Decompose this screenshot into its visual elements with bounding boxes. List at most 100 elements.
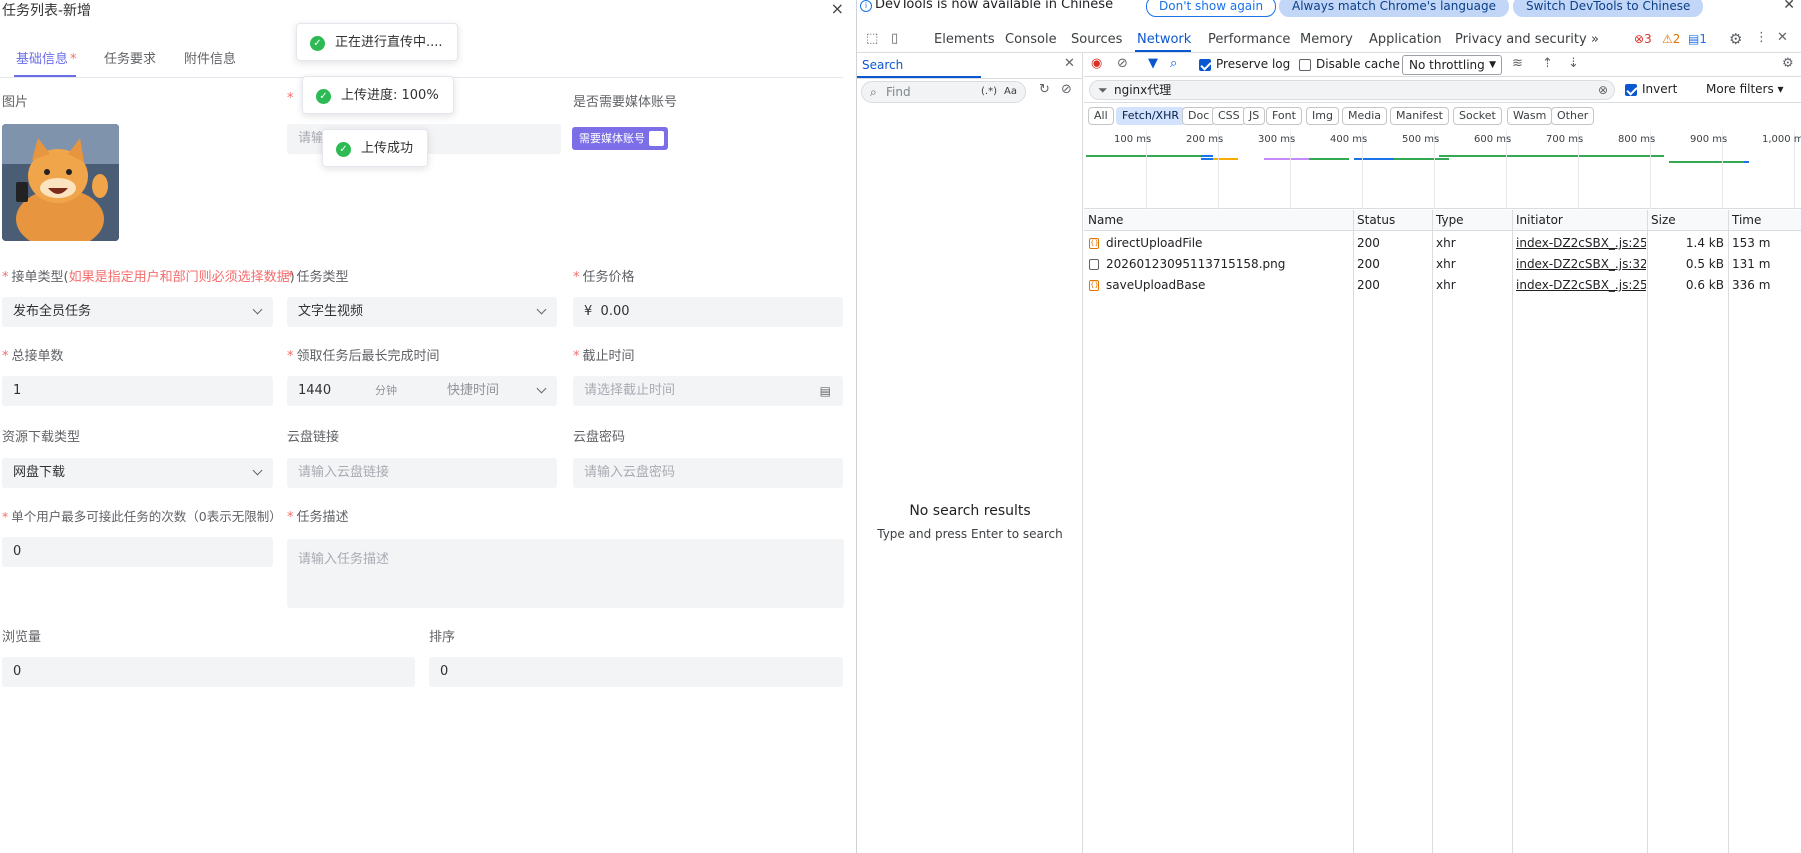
refresh-icon[interactable]: ↻ (1039, 82, 1050, 97)
record-icon[interactable]: ◉ (1091, 56, 1102, 71)
table-row[interactable]: 20260123095113715158.png 200 xhr index-D… (1084, 254, 1801, 275)
clear-log-icon[interactable]: ⊘ (1117, 56, 1128, 71)
error-count-badge[interactable]: ⊗3 (1634, 32, 1652, 46)
search-tab[interactable]: Search (862, 58, 903, 72)
switch-to-chinese-button[interactable]: Switch DevTools to Chinese (1513, 0, 1704, 17)
network-settings-icon[interactable]: ⚙ (1782, 56, 1794, 71)
tab-performance[interactable]: Performance (1208, 32, 1290, 47)
timeline-bar (1264, 158, 1309, 160)
tab-memory[interactable]: Memory (1300, 32, 1353, 47)
table-row[interactable]: {} saveUploadBase 200 xhr index-DZ2cSBX_… (1084, 275, 1801, 296)
request-initiator-link[interactable]: index-DZ2cSBX_.js:325 (1516, 257, 1646, 271)
chevron-down-icon (536, 383, 547, 394)
sort-label: 排序 (429, 630, 456, 645)
col-time-header[interactable]: Time (1732, 213, 1761, 227)
filter-input[interactable]: ⏷ nginx代理 ⊗ (1089, 80, 1615, 100)
sort-input[interactable]: 0 (429, 657, 843, 687)
chip-socket[interactable]: Socket (1453, 107, 1502, 125)
inspect-element-icon[interactable]: ⬚ (866, 31, 878, 46)
tab-attachments[interactable]: 附件信息 (184, 48, 236, 67)
find-input[interactable]: ⌕ Find (.*) Aa (861, 81, 1026, 103)
import-har-icon[interactable]: ⇡ (1542, 56, 1553, 71)
chip-font[interactable]: Font (1266, 107, 1302, 125)
throttling-select[interactable]: No throttling ▼ (1402, 55, 1502, 75)
task-desc-textarea[interactable]: 请输入任务描述 (287, 539, 844, 608)
col-name-header[interactable]: Name (1088, 213, 1123, 227)
close-icon[interactable]: × (831, 0, 844, 18)
tab-console[interactable]: Console (1005, 32, 1057, 47)
always-match-language-button[interactable]: Always match Chrome's language (1279, 0, 1509, 17)
chip-css[interactable]: CSS (1212, 107, 1246, 125)
settings-gear-icon[interactable]: ⚙ (1729, 30, 1742, 48)
network-timeline[interactable]: 100 ms 200 ms 300 ms 400 ms 500 ms 600 ms 700 … (1084, 131, 1801, 209)
info-count-badge[interactable]: ▤1 (1688, 32, 1707, 46)
disable-cache-checkbox[interactable] (1299, 59, 1311, 71)
preserve-log-checkbox[interactable] (1199, 59, 1211, 71)
close-search-icon[interactable]: ✕ (1064, 56, 1075, 71)
export-har-icon[interactable]: ⇣ (1568, 56, 1579, 71)
task-type-select[interactable]: 文字生视频 (287, 297, 557, 327)
dialog-title: 任务列表-新增 (2, 3, 92, 19)
network-conditions-icon[interactable]: ≋ (1512, 56, 1523, 71)
tab-elements[interactable]: Elements (934, 32, 995, 47)
total-orders-input[interactable]: 1 (2, 376, 273, 406)
request-type: xhr (1436, 278, 1456, 292)
clear-filter-icon[interactable]: ⊗ (1598, 81, 1608, 99)
chip-fetch-xhr[interactable]: Fetch/XHR (1116, 107, 1185, 125)
no-results-hint: Type and press Enter to search (877, 527, 1063, 541)
cloud-password-input[interactable]: 请输入云盘密码 (573, 458, 843, 488)
col-type-header[interactable]: Type (1436, 213, 1464, 227)
max-time-input[interactable]: 1440 分钟 快捷时间 (287, 376, 557, 406)
media-account-label: 是否需要媒体账号 (573, 95, 678, 110)
device-toolbar-icon[interactable]: ▯ (891, 31, 898, 46)
tab-privacy-security[interactable]: Privacy and security (1455, 32, 1587, 47)
more-tabs-icon[interactable]: » (1591, 32, 1599, 47)
chip-doc[interactable]: Doc (1182, 107, 1216, 125)
close-infobar-icon[interactable]: ✕ (1783, 0, 1795, 13)
tab-sources[interactable]: Sources (1071, 32, 1122, 47)
task-form-panel: 任务列表-新增 × 基础信息 * 任务要求 附件信息 图片 * 请输 是否需要媒体… (0, 0, 856, 853)
chip-wasm[interactable]: Wasm (1507, 107, 1553, 125)
tab-task-requirements[interactable]: 任务要求 (104, 48, 156, 67)
chip-js[interactable]: JS (1243, 107, 1266, 125)
tab-basic-info[interactable]: 基础信息 * (16, 48, 77, 67)
regex-toggle[interactable]: (.*) (981, 82, 997, 102)
search-icon[interactable]: ⌕ (1170, 56, 1177, 71)
media-account-toggle[interactable]: 需要媒体账号 (572, 127, 668, 150)
clear-icon[interactable]: ⊘ (1061, 82, 1072, 97)
table-row[interactable]: {} directUploadFile 200 xhr index-DZ2cSB… (1084, 233, 1801, 254)
task-price-input[interactable]: ¥ 0.00 (573, 297, 843, 327)
chip-media[interactable]: Media (1342, 107, 1388, 125)
chip-manifest[interactable]: Manifest (1390, 107, 1449, 125)
more-filters-button[interactable]: More filters ▾ (1706, 82, 1784, 96)
col-size-header[interactable]: Size (1651, 213, 1676, 227)
tab-application[interactable]: Application (1369, 32, 1442, 47)
chip-all[interactable]: All (1088, 107, 1114, 125)
close-devtools-icon[interactable]: ✕ (1777, 30, 1788, 45)
timeline-tick-label: 1,000 ms (1762, 134, 1801, 145)
warning-count-badge[interactable]: ⚠2 (1662, 32, 1680, 46)
dont-show-again-button[interactable]: Don't show again (1146, 0, 1277, 17)
request-initiator-link[interactable]: index-DZ2cSBX_.js:252 (1516, 278, 1646, 292)
col-initiator-header[interactable]: Initiator (1516, 213, 1563, 227)
deadline-picker[interactable]: 请选择截止时间 ▤ (573, 376, 843, 406)
match-case-toggle[interactable]: Aa (1004, 82, 1017, 102)
filter-icon[interactable]: ▼ (1148, 56, 1158, 71)
uploaded-image[interactable] (2, 124, 119, 241)
invert-checkbox[interactable] (1625, 84, 1637, 96)
quick-time-select[interactable]: 快捷时间 (447, 376, 499, 406)
order-type-select[interactable]: 发布全员任务 (2, 297, 273, 327)
tab-network[interactable]: Network (1137, 32, 1191, 47)
task-price-label: * 任务价格 (573, 270, 635, 285)
views-input[interactable]: 0 (2, 657, 415, 687)
request-size: 0.5 kB (1685, 257, 1724, 271)
download-type-select[interactable]: 网盘下载 (2, 458, 273, 488)
chip-other[interactable]: Other (1551, 107, 1595, 125)
chip-img[interactable]: Img (1306, 107, 1339, 125)
col-status-header[interactable]: Status (1357, 213, 1395, 227)
kebab-menu-icon[interactable]: ⋮ (1755, 30, 1768, 45)
cloud-link-input[interactable]: 请输入云盘链接 (287, 458, 557, 488)
request-initiator-link[interactable]: index-DZ2cSBX_.js:252 (1516, 236, 1646, 250)
max-per-user-input[interactable]: 0 (2, 537, 273, 567)
column-divider (1647, 210, 1648, 853)
